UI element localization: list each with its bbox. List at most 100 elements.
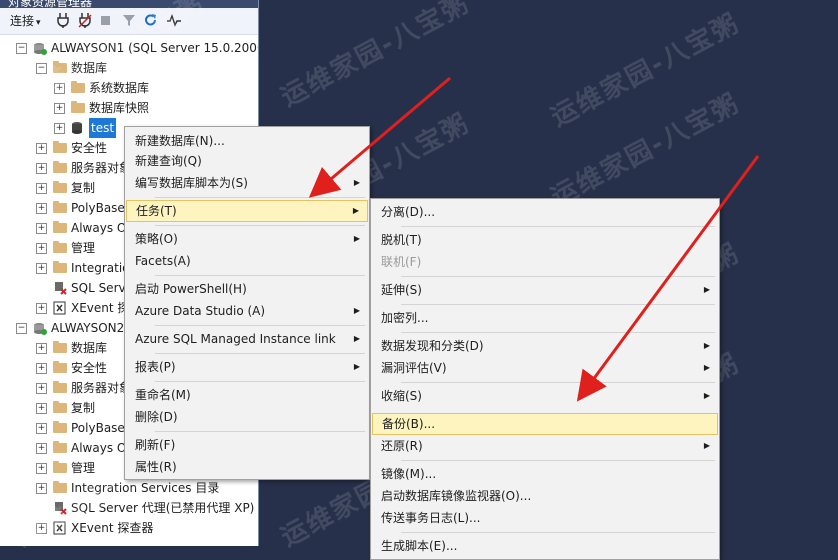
menu-item[interactable]: 加密列... xyxy=(372,307,718,329)
expand-icon[interactable]: + xyxy=(36,443,47,454)
expand-icon[interactable]: + xyxy=(36,483,47,494)
collapse-icon[interactable]: − xyxy=(16,43,27,54)
expand-icon[interactable]: + xyxy=(54,83,65,94)
menu-item[interactable]: Azure Data Studio (A) ▶ xyxy=(126,300,368,322)
agent-icon xyxy=(53,281,67,295)
folder-icon xyxy=(53,61,67,73)
menu-item[interactable]: 刷新(F) xyxy=(126,434,368,456)
menu-item[interactable]: 分离(D)... xyxy=(372,201,718,223)
folder-icon xyxy=(71,81,85,93)
menu-item-label: 备份(B)... xyxy=(382,417,436,431)
disconnect-icon[interactable] xyxy=(78,12,92,30)
tree-item[interactable]: − ALWAYSON1 (SQL Server 15.0.2000 xyxy=(16,38,258,58)
tasks-submenu: 分离(D)... 脱机(T) 联机(F) 延伸(S) ▶ 加密列... 数据发现和分类(D)… xyxy=(370,198,720,560)
tree-item[interactable]: + 系统数据库 xyxy=(54,78,258,98)
menu-item-label: 延伸(S) xyxy=(381,283,422,297)
submenu-arrow-icon: ▶ xyxy=(353,362,360,371)
expand-icon[interactable]: + xyxy=(36,523,47,534)
menu-item[interactable]: 新建数据库(N)... xyxy=(126,130,368,152)
menu-separator xyxy=(401,460,715,461)
expand-icon[interactable]: + xyxy=(54,103,65,114)
expand-icon[interactable]: + xyxy=(36,303,47,314)
stop-icon[interactable] xyxy=(100,12,112,30)
menu-item[interactable]: 数据发现和分类(D) ▶ xyxy=(372,335,718,357)
menu-separator xyxy=(155,381,365,382)
tree-item[interactable]: + Integration Services 目录 xyxy=(36,478,258,498)
expand-icon[interactable]: + xyxy=(36,143,47,154)
expand-icon[interactable]: + xyxy=(36,263,47,274)
menu-item[interactable]: 镜像(M)... xyxy=(372,463,718,485)
menu-item-label: 启动 PowerShell(H) xyxy=(135,282,247,296)
menu-item-label: Azure Data Studio (A) xyxy=(135,304,266,318)
menu-item[interactable]: 延伸(S) ▶ xyxy=(372,279,718,301)
connect-button[interactable]: 连接 ▾ xyxy=(10,12,41,30)
menu-item[interactable]: Azure SQL Managed Instance link ▶ xyxy=(126,328,368,350)
tree-item-label: 数据库 xyxy=(71,61,108,75)
menu-item-label: Azure SQL Managed Instance link xyxy=(135,332,336,346)
folder-icon xyxy=(53,241,67,253)
activity-monitor-icon[interactable] xyxy=(166,12,182,30)
folder-icon xyxy=(53,461,67,473)
expand-icon[interactable]: + xyxy=(36,423,47,434)
menu-item-label: 刷新(F) xyxy=(135,438,176,452)
folder-icon xyxy=(53,401,67,413)
menu-item[interactable]: 启动数据库镜像监视器(O)... xyxy=(372,485,718,507)
folder-icon xyxy=(53,201,67,213)
menu-item-label: 联机(F) xyxy=(381,255,422,269)
menu-item[interactable]: 策略(O) ▶ xyxy=(126,228,368,250)
menu-separator xyxy=(155,197,365,198)
submenu-arrow-icon: ▶ xyxy=(703,341,710,350)
refresh-icon[interactable] xyxy=(144,12,158,30)
menu-item[interactable]: 新建查询(Q) xyxy=(126,150,368,172)
menu-item[interactable]: 启动 PowerShell(H) xyxy=(126,278,368,300)
menu-item[interactable]: 收缩(S) ▶ xyxy=(372,385,718,407)
menu-item-label: 新建数据库(N)... xyxy=(135,134,225,148)
menu-item[interactable]: 备份(B)... xyxy=(372,413,718,435)
menu-item[interactable]: 编写数据库脚本为(S) ▶ xyxy=(126,172,368,194)
tree-item[interactable]: + XEvent 探查器 xyxy=(36,518,258,538)
collapse-icon[interactable]: − xyxy=(16,323,27,334)
menu-item[interactable]: 还原(R) ▶ xyxy=(372,435,718,457)
menu-item-label: 脱机(T) xyxy=(381,233,422,247)
submenu-arrow-icon: ▶ xyxy=(353,234,360,243)
filter-icon[interactable] xyxy=(122,12,136,30)
tree-item[interactable]: SQL Server 代理(已禁用代理 XP) xyxy=(36,498,258,518)
expand-icon[interactable]: + xyxy=(54,123,65,134)
collapse-icon[interactable]: − xyxy=(36,63,47,74)
expand-icon[interactable]: + xyxy=(36,163,47,174)
tree-item-label: 数据库 xyxy=(71,341,108,355)
expand-icon[interactable]: + xyxy=(36,363,47,374)
menu-item-label: 属性(R) xyxy=(135,460,177,474)
menu-item[interactable]: 属性(R) xyxy=(126,456,368,478)
menu-item-label: 重命名(M) xyxy=(135,388,191,402)
menu-item[interactable]: 生成脚本(E)... xyxy=(372,535,718,557)
menu-item[interactable]: 漏洞评估(V) ▶ xyxy=(372,357,718,379)
menu-separator xyxy=(401,304,715,305)
expand-icon[interactable]: + xyxy=(36,343,47,354)
menu-item[interactable]: 报表(P) ▶ xyxy=(126,356,368,378)
expand-icon[interactable]: + xyxy=(36,383,47,394)
menu-item[interactable]: 传送事务日志(L)... xyxy=(372,507,718,529)
menu-item[interactable]: 任务(T) ▶ xyxy=(126,200,368,222)
tree-item-label: 复制 xyxy=(71,181,96,195)
menu-item-label: 加密列... xyxy=(381,311,429,325)
menu-item[interactable]: 删除(D) xyxy=(126,406,368,428)
tree-item-label: 管理 xyxy=(71,241,96,255)
expand-icon[interactable]: + xyxy=(36,223,47,234)
menu-item[interactable]: 重命名(M) xyxy=(126,384,368,406)
expand-icon[interactable]: + xyxy=(36,203,47,214)
submenu-arrow-icon: ▶ xyxy=(353,334,360,343)
menu-item-label: 删除(D) xyxy=(135,410,178,424)
expand-icon[interactable]: + xyxy=(36,183,47,194)
tree-item-label: 数据库快照 xyxy=(89,101,150,115)
menu-item[interactable]: 脱机(T) xyxy=(372,229,718,251)
expand-icon[interactable]: + xyxy=(36,243,47,254)
menu-item-label: 生成脚本(E)... xyxy=(381,539,458,553)
folder-icon xyxy=(53,421,67,433)
expand-icon[interactable]: + xyxy=(36,463,47,474)
tree-item[interactable]: − 数据库 xyxy=(36,58,258,78)
connect-icon[interactable] xyxy=(56,12,70,30)
menu-item[interactable]: Facets(A) xyxy=(126,250,368,272)
expand-icon[interactable]: + xyxy=(36,403,47,414)
tree-item[interactable]: + 数据库快照 xyxy=(54,98,258,118)
